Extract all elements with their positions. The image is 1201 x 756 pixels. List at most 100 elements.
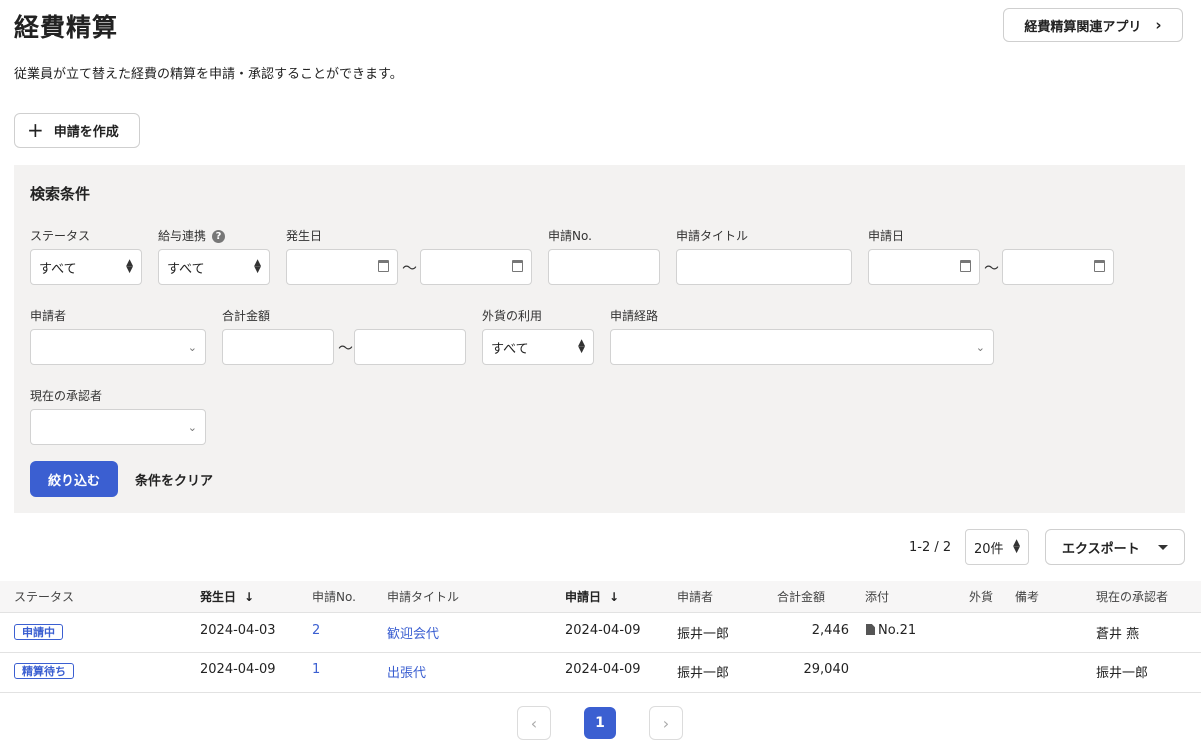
- related-apps-button[interactable]: 経費精算関連アプリ ›: [1003, 8, 1183, 42]
- status-badge: 申請中: [14, 624, 63, 640]
- status-filter-label: ステータス: [30, 229, 91, 243]
- status-badge: 精算待ち: [14, 663, 74, 679]
- occurrence-date-cell: 2024-04-09: [200, 662, 276, 677]
- column-attachment: 添付: [865, 590, 890, 604]
- chevron-down-icon: ⌄: [187, 341, 197, 354]
- payroll-filter-label: 給与連携?: [158, 227, 226, 244]
- current-approver-combobox[interactable]: ⌄: [30, 409, 206, 445]
- foreign-currency-select[interactable]: すべて ▲ ▼: [482, 329, 594, 365]
- status-select-value: すべて: [39, 261, 77, 277]
- create-application-label: 申請を作成: [53, 125, 119, 140]
- approver-cell: 振井一郎: [1096, 666, 1149, 681]
- route-combobox[interactable]: ⌄: [610, 329, 994, 365]
- page-description: 従業員が立て替えた経費の精算を申請・承認することができます。: [14, 67, 403, 82]
- clear-conditions-button[interactable]: 条件をクリア: [135, 470, 213, 489]
- page-button-current[interactable]: 1: [584, 707, 616, 739]
- column-total: 合計金額: [777, 590, 826, 604]
- application-title-link[interactable]: 出張代: [387, 662, 426, 681]
- application-title-input[interactable]: [676, 249, 852, 285]
- range-separator: ～: [984, 259, 1000, 277]
- application-no-link[interactable]: 1: [312, 662, 320, 677]
- updown-arrow-icon: ▲ ▼: [578, 337, 585, 355]
- table-row[interactable]: 申請中 2024-04-03 2 歓迎会代 2024-04-09 振井一郎 2,…: [0, 612, 1201, 653]
- applicant-label: 申請者: [30, 309, 67, 323]
- occurrence-date-cell: 2024-04-03: [200, 623, 276, 638]
- current-approver-label: 現在の承認者: [30, 389, 103, 403]
- column-note: 備考: [1015, 590, 1040, 604]
- chevron-right-icon: ›: [662, 713, 670, 733]
- column-approver: 現在の承認者: [1096, 590, 1169, 604]
- column-foreign: 外貨: [969, 590, 994, 604]
- updown-arrow-icon: ▲ ▼: [254, 257, 261, 275]
- help-icon[interactable]: ?: [212, 230, 226, 243]
- calendar-icon[interactable]: [378, 260, 389, 272]
- occurrence-date-from-input[interactable]: [286, 249, 398, 285]
- sort-down-arrow-icon: ↓: [244, 590, 255, 604]
- chevron-left-icon: ‹: [530, 713, 538, 733]
- column-occurrence-date[interactable]: 発生日 ↓: [200, 588, 254, 605]
- prev-page-button[interactable]: ‹: [517, 706, 551, 740]
- application-date-to-input[interactable]: [1002, 249, 1114, 285]
- export-button[interactable]: エクスポート: [1045, 529, 1185, 565]
- application-title-link[interactable]: 歓迎会代: [387, 623, 439, 642]
- application-no-input[interactable]: [548, 249, 660, 285]
- table-row[interactable]: 精算待ち 2024-04-09 1 出張代 2024-04-09 振井一郎 29…: [0, 652, 1201, 693]
- payroll-filter-label-text: 給与連携: [158, 229, 207, 243]
- total-amount-label: 合計金額: [222, 309, 271, 323]
- payroll-select[interactable]: すべて ▲ ▼: [158, 249, 270, 285]
- foreign-currency-label: 外貨の利用: [482, 309, 543, 323]
- approver-cell: 蒼井 燕: [1096, 627, 1140, 642]
- column-application-date[interactable]: 申請日 ↓: [565, 588, 619, 605]
- chevron-down-icon: ⌄: [187, 421, 197, 434]
- application-date-from-input[interactable]: [868, 249, 980, 285]
- updown-arrow-icon: ▲ ▼: [1013, 537, 1020, 555]
- attachment-label: No.21: [878, 623, 917, 638]
- page-size-value: 20件: [974, 541, 1004, 557]
- page-size-select[interactable]: 20件 ▲ ▼: [965, 529, 1029, 565]
- foreign-currency-value: すべて: [491, 341, 529, 357]
- export-label: エクスポート: [1062, 541, 1140, 557]
- column-status: ステータス: [14, 590, 75, 604]
- column-title: 申請タイトル: [387, 590, 460, 604]
- attachment-cell[interactable]: No.21: [866, 623, 916, 638]
- chevron-down-icon: ⌄: [975, 341, 985, 354]
- status-select[interactable]: すべて ▲ ▼: [30, 249, 142, 285]
- caret-down-icon: [1158, 544, 1168, 550]
- application-date-cell: 2024-04-09: [565, 662, 641, 677]
- application-no-label: 申請No.: [548, 229, 592, 243]
- result-count: 1-2 / 2: [909, 540, 952, 555]
- search-panel-title: 検索条件: [30, 185, 91, 203]
- column-occurrence-date-label: 発生日: [200, 590, 237, 604]
- application-date-label: 申請日: [868, 229, 905, 243]
- page-title: 経費精算: [14, 13, 119, 42]
- sort-down-arrow-icon: ↓: [609, 590, 620, 604]
- filter-button[interactable]: 絞り込む: [30, 461, 118, 497]
- updown-arrow-icon: ▲ ▼: [126, 257, 133, 275]
- range-separator: ～: [338, 339, 354, 357]
- total-amount-cell: 29,040: [803, 662, 850, 677]
- application-no-link[interactable]: 2: [312, 623, 320, 638]
- column-application-date-label: 申請日: [565, 590, 602, 604]
- application-title-label: 申請タイトル: [676, 229, 749, 243]
- column-applicant: 申請者: [677, 590, 714, 604]
- calendar-icon[interactable]: [512, 260, 523, 272]
- related-apps-label: 経費精算関連アプリ: [1024, 19, 1142, 35]
- occurrence-date-label: 発生日: [286, 229, 323, 243]
- route-label: 申請経路: [610, 309, 659, 323]
- calendar-icon[interactable]: [1094, 260, 1105, 272]
- column-application-no: 申請No.: [312, 590, 356, 604]
- total-amount-to-input[interactable]: [354, 329, 466, 365]
- chevron-right-icon: ›: [1155, 16, 1162, 34]
- applicant-cell: 振井一郎: [677, 627, 730, 642]
- next-page-button[interactable]: ›: [649, 706, 683, 740]
- application-date-cell: 2024-04-09: [565, 623, 641, 638]
- create-application-button[interactable]: + 申請を作成: [14, 113, 140, 148]
- plus-icon: +: [27, 117, 44, 142]
- occurrence-date-to-input[interactable]: [420, 249, 532, 285]
- applicant-cell: 振井一郎: [677, 666, 730, 681]
- total-amount-cell: 2,446: [811, 623, 849, 638]
- applicant-combobox[interactable]: ⌄: [30, 329, 206, 365]
- total-amount-from-input[interactable]: [222, 329, 334, 365]
- calendar-icon[interactable]: [960, 260, 971, 272]
- range-separator: ～: [402, 259, 418, 277]
